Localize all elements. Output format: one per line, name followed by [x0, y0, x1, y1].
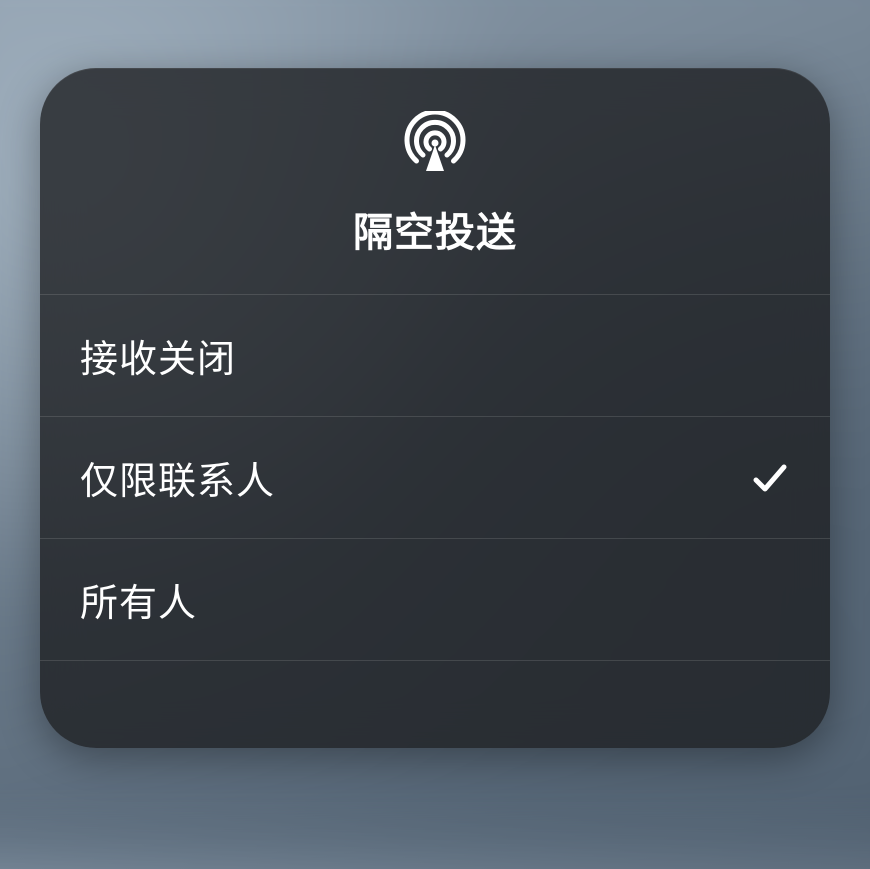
option-everyone[interactable]: 所有人: [40, 539, 830, 661]
option-contacts-only[interactable]: 仅限联系人: [40, 417, 830, 539]
airdrop-settings-panel: 隔空投送 接收关闭 仅限联系人 所有人: [40, 68, 830, 748]
option-label: 接收关闭: [80, 328, 236, 383]
panel-header: 隔空投送: [40, 68, 830, 295]
airdrop-icon: [400, 108, 470, 178]
option-receiving-off[interactable]: 接收关闭: [40, 295, 830, 417]
checkmark-icon: [750, 458, 790, 498]
option-label: 所有人: [80, 572, 197, 627]
panel-title: 隔空投送: [353, 200, 517, 258]
option-label: 仅限联系人: [80, 450, 275, 505]
